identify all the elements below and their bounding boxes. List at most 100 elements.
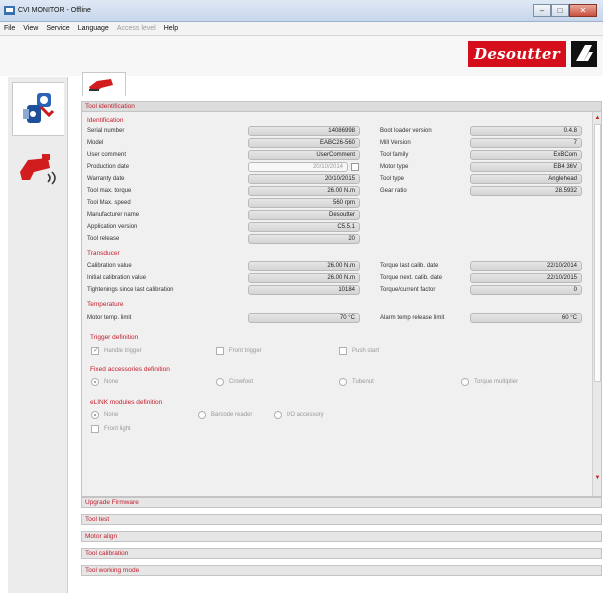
accessory-none-radio[interactable] [91, 378, 99, 386]
tool-type-field[interactable]: Anglehead [470, 174, 582, 184]
tab-tool[interactable] [82, 72, 126, 96]
manufacturer-name-field[interactable]: Desoutter [248, 210, 360, 220]
trigger-definition-title: Trigger definition [90, 334, 139, 341]
push-start-checkbox[interactable] [339, 347, 347, 355]
gear-ratio-field[interactable]: 28.5932 [470, 186, 582, 196]
menu-view[interactable]: View [23, 25, 38, 32]
field-label: Tightenings since last calibration [87, 287, 174, 293]
field-label: Alarm temp release limit [380, 315, 445, 321]
nav-wireless-tool[interactable] [12, 142, 64, 196]
option-label: Barcode reader [211, 412, 253, 418]
brand-mark-icon [571, 41, 597, 67]
field-label: Serial number [87, 128, 125, 134]
field-label: Production date [87, 164, 130, 170]
menu-file[interactable]: File [4, 25, 15, 32]
mill-version-field[interactable]: 7 [470, 138, 582, 148]
scroll-thumb[interactable] [594, 124, 601, 382]
option-label: I/O accessory [287, 412, 324, 418]
field-label: Tool release [87, 236, 120, 242]
option-label: Torque multiplier [474, 379, 519, 385]
tool-settings-icon [23, 93, 55, 123]
scroll-up-icon[interactable]: ▲ [594, 114, 601, 122]
title-bar: CVI MONITOR - Offline – □ ✕ [0, 0, 603, 22]
menu-service[interactable]: Service [46, 25, 69, 32]
field-label: Initial calibration value [87, 275, 147, 281]
field-label: Boot loader version [380, 128, 432, 134]
vertical-scrollbar[interactable]: ▲ ▼ [592, 112, 601, 496]
tool-tab-icon [89, 79, 113, 91]
field-label: Tool Max. speed [87, 200, 131, 206]
field-label: Motor type [380, 164, 409, 170]
boot-loader-version-field[interactable]: 0.4.8 [470, 126, 582, 136]
maximize-icon[interactable]: □ [551, 4, 569, 17]
serial-number-field[interactable]: 14086998 [248, 126, 360, 136]
elink-none-radio[interactable] [91, 411, 99, 419]
option-label: Push start [352, 348, 380, 354]
accessory-crowfoot-radio[interactable] [216, 378, 224, 386]
tool-family-field[interactable]: ExBCom [470, 150, 582, 160]
menu-access-level: Access level [116, 25, 156, 32]
torque-current-factor-field[interactable]: 0 [470, 285, 582, 295]
nav-tool-settings[interactable] [12, 82, 64, 136]
section-tool-calibration[interactable]: Tool calibration [81, 548, 602, 559]
tool-max-speed-field[interactable]: 560 rpm [248, 198, 360, 208]
menu-bar: File View Service Language Access level … [0, 22, 603, 36]
minimize-icon[interactable]: – [533, 4, 551, 17]
menu-language[interactable]: Language [78, 25, 109, 32]
brand-logo: Desoutter [468, 41, 566, 67]
section-upgrade-firmware[interactable]: Upgrade Firmware [81, 497, 602, 508]
field-label: Gear ratio [380, 188, 407, 194]
accessory-tubenut-radio[interactable] [339, 378, 347, 386]
field-label: Calibration value [87, 263, 132, 269]
tightenings-since-calibration-field[interactable]: 10184 [248, 285, 360, 295]
field-label: Warranty date [87, 176, 125, 182]
option-label: None [104, 412, 119, 418]
field-label: Application version [87, 224, 138, 230]
scroll-down-icon[interactable]: ▼ [594, 474, 601, 482]
application-version-field[interactable]: C5.5.1 [248, 222, 360, 232]
motor-type-field[interactable]: EB4 36V [470, 162, 582, 172]
elink-barcode-reader-radio[interactable] [198, 411, 206, 419]
field-label: Model [87, 140, 104, 146]
production-date-field: 20/10/2014 [248, 162, 348, 172]
identification-title: Identification [87, 117, 124, 124]
transducer-title: Transducer [87, 250, 120, 257]
field-label: Torque/current factor [380, 287, 436, 293]
front-light-checkbox[interactable] [91, 425, 99, 433]
section-tool-working-mode[interactable]: Tool working mode [81, 565, 602, 576]
option-label: Front trigger [229, 348, 262, 354]
field-label: User comment [87, 152, 127, 158]
torque-last-calib-date-field[interactable]: 22/10/2014 [470, 261, 582, 271]
field-label: Torque last calib. date [380, 263, 439, 269]
tool-max-torque-field[interactable]: 26.00 N.m [248, 186, 360, 196]
handle-trigger-checkbox[interactable]: ✓ [91, 347, 99, 355]
user-comment-field[interactable]: UserComment [248, 150, 360, 160]
model-field[interactable]: EABC26-560 [248, 138, 360, 148]
field-label: Tool max. torque [87, 188, 132, 194]
tool-release-field[interactable]: 20 [248, 234, 360, 244]
wireless-tool-icon [20, 154, 56, 185]
close-icon[interactable]: ✕ [569, 4, 597, 17]
warranty-date-field[interactable]: 20/10/2015 [248, 174, 360, 184]
window-title: CVI MONITOR - Offline [18, 7, 91, 14]
option-label: Crowfoot [229, 379, 254, 385]
accessory-torque-multiplier-radio[interactable] [461, 378, 469, 386]
option-label: None [104, 379, 119, 385]
section-motor-align[interactable]: Motor align [81, 531, 602, 542]
option-label: Tubenut [352, 379, 374, 385]
calibration-value-field[interactable]: 26.00 N.m [248, 261, 360, 271]
elink-io-accessory-radio[interactable] [274, 411, 282, 419]
section-tool-test[interactable]: Tool test [81, 514, 602, 525]
front-trigger-checkbox[interactable] [216, 347, 224, 355]
field-label: Manufacturer name [87, 212, 140, 218]
torque-next-calib-date-field[interactable]: 22/10/2015 [470, 273, 582, 283]
section-tool-identification[interactable]: Tool identification [81, 101, 602, 112]
field-label: Tool family [380, 152, 409, 158]
initial-calibration-value-field[interactable]: 26.00 N.m [248, 273, 360, 283]
calendar-icon[interactable] [351, 163, 359, 171]
menu-help[interactable]: Help [164, 25, 178, 32]
field-label: Torque next. calib. date [380, 275, 443, 281]
field-label: Motor temp. limit [87, 315, 132, 321]
motor-temp-limit-field[interactable]: 70 °C [248, 313, 360, 323]
alarm-temp-release-limit-field[interactable]: 60 °C [470, 313, 582, 323]
